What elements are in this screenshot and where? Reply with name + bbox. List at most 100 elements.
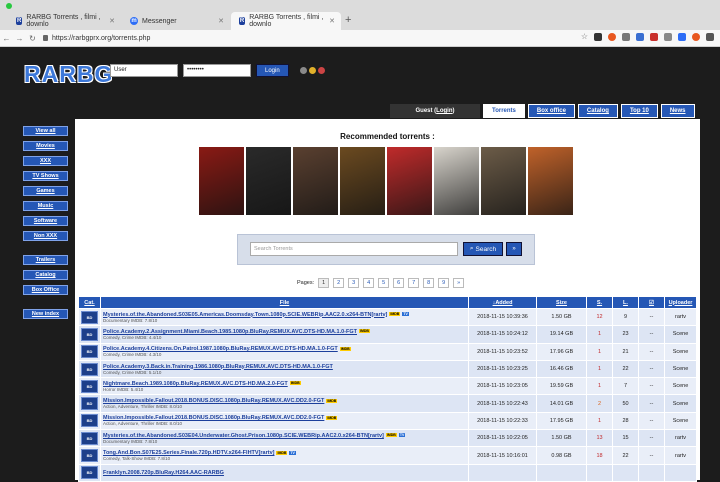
search-button[interactable]: ⌕ Search [463,242,503,256]
reload-icon[interactable]: ↻ [26,34,39,43]
page-link[interactable]: 5 [378,278,390,288]
page-link[interactable]: 2 [333,278,345,288]
tab-news[interactable]: News [660,104,695,118]
page-link[interactable]: 8 [423,278,435,288]
login-button[interactable]: Login [256,64,289,77]
tab-torrents[interactable]: Torrents [483,104,525,118]
table-row[interactable]: BD Mission.Impossible.Fallout.2018.BONUS.… [78,394,697,413]
browser-tab-rarbg-1[interactable]: R RARBG Torrents , filmi , downlo ✕ [8,12,121,30]
table-row[interactable]: BD Police.Academy.3.Back.in.Training.1986… [78,359,697,379]
table-row[interactable]: BD Tong.And.Bon.S07E25.Series.Finale.720p… [78,446,697,465]
sidebar-item-movies[interactable]: Movies [23,141,68,151]
advanced-search-button[interactable]: » [506,242,522,256]
tab-catalog[interactable]: Catalog [577,104,618,118]
torrent-link[interactable]: Nightmare.Beach.1989.1080p.BluRay.REMUX.… [103,381,288,387]
table-row[interactable]: BD Police.Academy.2.Assignment.Miami.Beac… [78,325,697,344]
table-row[interactable]: BD Mission.Impossible.Fallout.2018.BONUS.… [78,411,697,431]
extension-icon[interactable] [622,33,630,41]
poster-image[interactable] [340,147,385,215]
category-icon[interactable]: BD [81,449,98,463]
sidebar-item-box-office[interactable]: Box Office [23,285,68,295]
window-close-dot[interactable] [6,3,12,9]
browser-tab-rarbg-active[interactable]: R RARBG Torrents , filmi , downlo ✕ [231,12,341,30]
extension-icon[interactable] [664,33,672,41]
menu-icon[interactable] [706,33,714,41]
table-row[interactable]: BD Mysteries.of.the.Abandoned.S03E05.Amer… [78,307,697,327]
password-input[interactable]: •••••••• [183,64,251,77]
page-link[interactable]: 9 [438,278,450,288]
table-row[interactable]: BD Mysteries.of.the.Abandoned.S03E04.Unde… [78,429,697,448]
col-leechers[interactable]: L. [612,296,639,309]
poster-image[interactable] [246,147,291,215]
category-icon[interactable]: BD [81,414,98,428]
table-row[interactable]: BD Nightmare.Beach.1989.1080p.BluRay.REMU… [78,377,697,396]
poster-image[interactable] [293,147,338,215]
sidebar-item-view-all[interactable]: View all [23,126,68,136]
sidebar-item-trailers[interactable]: Trailers [23,255,68,265]
col-seeders[interactable]: S. [586,296,613,309]
extension-icon[interactable] [636,33,644,41]
extension-icon[interactable] [678,33,686,41]
page-link[interactable]: 7 [408,278,420,288]
url-field[interactable]: https://rarbgprx.org/torrents.php [43,35,150,42]
page-link[interactable]: 1 [318,278,330,288]
sidebar-item-software[interactable]: Software [23,216,68,226]
page-link[interactable]: 3 [348,278,360,288]
sidebar-item-non-xxx[interactable]: Non XXX [23,231,68,241]
bookmark-star-icon[interactable]: ☆ [581,33,588,41]
next-page-link[interactable]: » [453,278,465,288]
guest-login-link[interactable]: Guest (Login) [390,104,480,118]
torrent-link[interactable]: Police.Academy.3.Back.in.Training.1986.1… [103,364,333,370]
search-input[interactable]: Search Torrents [250,242,458,256]
col-added[interactable]: ↓Added [468,296,537,309]
col-comments[interactable]: ☑ [638,296,665,309]
category-icon[interactable]: BD [81,310,98,324]
poster-image[interactable] [434,147,479,215]
category-icon[interactable]: BD [81,362,98,376]
torrent-link[interactable]: Franklyn.2008.720p.BluRay.H264.AAC-RARBG [103,470,224,476]
poster-image[interactable] [199,147,244,215]
new-tab-button[interactable]: + [345,14,351,26]
extension-icon[interactable] [650,33,658,41]
extension-icon[interactable] [692,33,700,41]
settings-icon[interactable] [317,67,325,74]
browser-tab-messenger[interactable]: m Messenger ✕ [122,12,230,30]
torrent-link[interactable]: Mysteries.of.the.Abandoned.S03E04.Underw… [103,433,384,439]
sidebar-item-games[interactable]: Games [23,186,68,196]
sidebar-item-tv-shows[interactable]: TV Shows [23,171,68,181]
tab-box-office[interactable]: Box office [527,104,575,118]
table-row[interactable]: BD Police.Academy.4.Citizens.On.Patrol.19… [78,342,697,361]
category-icon[interactable]: BD [81,345,98,359]
tab-top10[interactable]: Top 10 [620,104,658,118]
site-logo[interactable]: RARBG [24,61,113,88]
poster-image[interactable] [528,147,573,215]
col-cat[interactable]: Cat. [78,296,101,309]
col-size[interactable]: Size [536,296,587,309]
extension-icon[interactable] [594,33,602,41]
category-icon[interactable]: BD [81,327,98,341]
sidebar-item-music[interactable]: Music [23,201,68,211]
guest-login[interactable]: Login [436,108,452,114]
poster-image[interactable] [387,147,432,215]
star-icon[interactable] [308,67,316,74]
table-row[interactable]: BD Franklyn.2008.720p.BluRay.H264.AAC-RAR… [78,463,697,482]
category-icon[interactable]: BD [81,431,98,445]
back-icon[interactable]: ← [0,34,13,43]
close-icon[interactable]: ✕ [218,17,224,25]
sidebar-item-catalog[interactable]: Catalog [23,270,68,280]
torrent-link[interactable]: Mysteries.of.the.Abandoned.S03E05.Americ… [103,312,387,318]
category-icon[interactable]: BD [81,397,98,411]
close-icon[interactable]: ✕ [329,17,335,25]
col-uploader[interactable]: Uploader [664,296,697,309]
poster-image[interactable] [481,147,526,215]
extension-icon[interactable] [608,33,616,41]
username-input[interactable]: User [110,64,178,77]
close-icon[interactable]: ✕ [109,17,115,25]
page-link[interactable]: 4 [363,278,375,288]
category-icon[interactable]: BD [81,379,98,393]
col-file[interactable]: File [100,296,469,309]
sidebar-item-xxx[interactable]: XXX [23,156,68,166]
sidebar-item-new-index[interactable]: New index [23,309,68,319]
globe-icon[interactable] [299,67,307,74]
page-link[interactable]: 6 [393,278,405,288]
